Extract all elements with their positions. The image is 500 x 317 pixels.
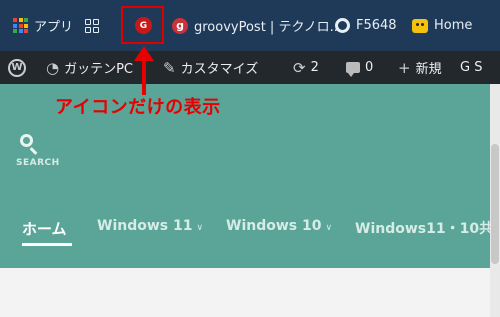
page-content bbox=[0, 268, 490, 317]
tab-grid-bookmark[interactable] bbox=[85, 0, 99, 51]
brush-icon: ✎ bbox=[163, 58, 176, 77]
search-label: SEARCH bbox=[16, 158, 60, 168]
bookmarks-bar: アプリ G g groovyPost | テクノロ... F5648 Home bbox=[0, 0, 500, 51]
comment-bubble-icon bbox=[346, 62, 360, 77]
new-label: 新規 bbox=[415, 62, 442, 77]
search-icon bbox=[20, 134, 33, 147]
groovypost-label: groovyPost | テクノロ... bbox=[194, 20, 343, 35]
home-label: Home bbox=[434, 18, 473, 33]
f5648-bookmark[interactable]: F5648 bbox=[335, 0, 397, 51]
nav-item-common[interactable]: Windows11・10共通 bbox=[355, 218, 500, 238]
trailing-label: G S bbox=[460, 60, 483, 75]
apps-grid-icon bbox=[13, 18, 28, 33]
updates-menu[interactable]: ⟳ 2 bbox=[293, 51, 319, 84]
groovypost-bookmark[interactable]: g groovyPost | テクノロ... bbox=[172, 0, 342, 51]
nav-windows11-label: Windows 11 bbox=[97, 218, 193, 234]
chevron-down-icon: ∨ bbox=[196, 223, 204, 233]
adminbar-trailing[interactable]: G S bbox=[460, 51, 482, 84]
new-content-menu[interactable]: + 新規 bbox=[398, 51, 442, 84]
site-name-menu[interactable]: ◔ ガッテンPC bbox=[46, 51, 133, 84]
refresh-icon: ⟳ bbox=[293, 58, 306, 77]
chevron-down-icon: ∨ bbox=[325, 223, 333, 233]
customize-label: カスタマイズ bbox=[180, 62, 259, 77]
apps-bookmark[interactable]: アプリ bbox=[13, 0, 73, 51]
nav-windows10-label: Windows 10 bbox=[226, 218, 322, 234]
globe-icon bbox=[335, 18, 350, 33]
highlight-box bbox=[121, 6, 164, 44]
updates-count: 2 bbox=[310, 60, 319, 75]
nav-item-windows10[interactable]: Windows 10 ∨ bbox=[226, 218, 332, 234]
comments-count: 0 bbox=[365, 60, 374, 75]
dashboard-icon: ◔ bbox=[46, 58, 60, 77]
nav-item-home[interactable]: ホーム bbox=[22, 218, 67, 239]
wp-logo-menu[interactable]: W bbox=[8, 51, 26, 84]
scrollbar[interactable] bbox=[490, 84, 500, 317]
nav-item-windows11[interactable]: Windows 11 ∨ bbox=[97, 218, 203, 234]
f5648-label: F5648 bbox=[356, 18, 397, 33]
wordpress-logo-icon: W bbox=[8, 58, 26, 77]
customize-menu[interactable]: ✎ カスタマイズ bbox=[163, 51, 258, 84]
wp-admin-bar: W ◔ ガッテンPC ✎ カスタマイズ ⟳ 2 0 + 新規 G S bbox=[0, 51, 500, 84]
scrollbar-thumb[interactable] bbox=[491, 144, 499, 264]
tile-grid-icon bbox=[85, 18, 99, 33]
annotation-text: アイコンだけの表示 bbox=[55, 97, 221, 118]
home-bookmark[interactable]: Home bbox=[412, 0, 472, 51]
search-handle-icon bbox=[29, 147, 38, 155]
search-button[interactable]: SEARCH bbox=[16, 134, 59, 174]
groovypost-icon: g bbox=[172, 17, 188, 34]
nav-active-underline bbox=[22, 243, 72, 246]
nav-common-label: Windows11・10共通 bbox=[355, 221, 500, 237]
apps-label: アプリ bbox=[34, 20, 74, 35]
annotation-arrow-line bbox=[142, 60, 146, 95]
home-face-icon bbox=[412, 18, 428, 33]
site-name-label: ガッテンPC bbox=[64, 62, 134, 77]
nav-home-label: ホーム bbox=[22, 220, 67, 238]
annotation-arrow-head bbox=[134, 46, 154, 61]
plus-icon: + bbox=[398, 58, 411, 77]
comments-menu[interactable]: 0 bbox=[346, 51, 373, 84]
